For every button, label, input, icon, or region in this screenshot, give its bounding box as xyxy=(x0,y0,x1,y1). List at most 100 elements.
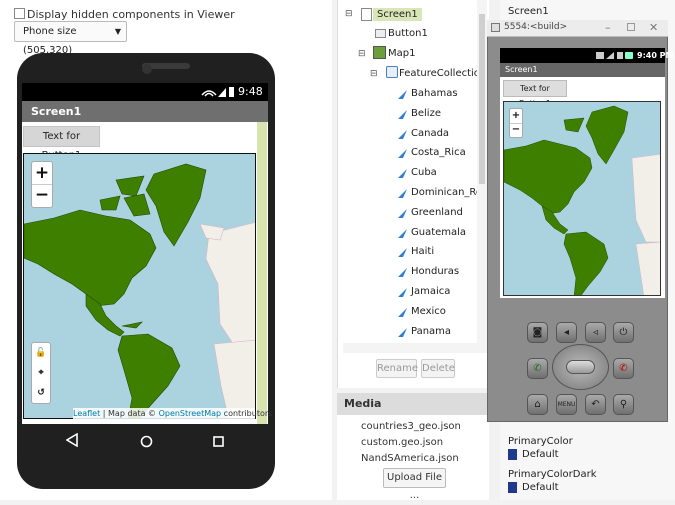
volume-up-button[interactable]: ◃ xyxy=(585,322,606,343)
display-hidden-label: Display hidden components in Viewer xyxy=(27,8,235,21)
emulator-zoom-in-button[interactable]: + xyxy=(510,109,522,124)
primary-color-dark-swatch[interactable] xyxy=(508,482,517,493)
tree-item-feature[interactable]: Haiti xyxy=(411,246,434,257)
button1[interactable]: Text for Button1 xyxy=(23,126,100,161)
tree-item-feature[interactable]: Costa_Rica xyxy=(411,147,466,158)
signal-icons xyxy=(201,87,234,97)
search-icon: ⚲ xyxy=(619,399,628,410)
phone-end-icon: ✆ xyxy=(619,363,628,374)
recent-apps-icon[interactable] xyxy=(213,436,224,447)
phone-size-dropdown[interactable]: Phone size (505,320) ▼ xyxy=(14,21,127,56)
emulator-map[interactable] xyxy=(503,101,661,296)
emulator-zoom-out-button[interactable]: − xyxy=(510,124,522,138)
tree-item-feature[interactable]: Mexico xyxy=(411,306,446,317)
feature-collection-icon xyxy=(386,66,398,78)
tree-item-feature[interactable]: Panama xyxy=(411,326,451,337)
zoom-in-button[interactable]: + xyxy=(32,162,52,185)
volume-down-icon: ◂ xyxy=(563,327,570,338)
media-file[interactable]: countries3_geo.json xyxy=(361,421,461,432)
volume-down-button[interactable]: ◂ xyxy=(556,322,577,343)
polygon-feature-icon xyxy=(397,307,408,318)
end-call-button[interactable]: ✆ xyxy=(613,358,634,379)
map-icon xyxy=(373,46,386,59)
tree-item-feature[interactable]: Jamaica xyxy=(411,286,450,297)
primary-color-dark-label: PrimaryColorDark xyxy=(508,469,597,480)
polygon-feature-icon xyxy=(397,228,408,239)
screen-scroll-indicator xyxy=(257,122,267,424)
camera-icon xyxy=(142,64,152,74)
volume-up-icon: ◃ xyxy=(592,327,599,338)
tree-item-feature[interactable]: Honduras xyxy=(411,266,459,277)
locate-icon[interactable]: ⌖ xyxy=(32,363,50,383)
minimize-icon[interactable]: – xyxy=(605,21,611,34)
screen-icon xyxy=(361,8,372,21)
chevron-down-icon: ▼ xyxy=(114,27,121,36)
polygon-feature-icon xyxy=(397,109,408,120)
home-icon: ⌂ xyxy=(534,399,541,410)
emulator-zoom-control: + − xyxy=(509,108,523,138)
home-icon[interactable] xyxy=(140,435,153,448)
osm-link[interactable]: OpenStreetMap xyxy=(159,409,222,418)
polygon-feature-icon xyxy=(397,287,408,298)
tree-item-feature[interactable]: Belize xyxy=(411,108,441,119)
primary-color-value[interactable]: Default xyxy=(522,449,559,460)
call-button[interactable]: ✆ xyxy=(527,358,548,379)
close-icon[interactable]: ✕ xyxy=(649,21,658,34)
primary-color-swatch[interactable] xyxy=(508,449,517,460)
tree-item-feature[interactable]: Cuba xyxy=(411,167,437,178)
maximize-icon[interactable] xyxy=(627,23,635,31)
collapse-toggle[interactable]: ⊟ xyxy=(370,69,378,79)
reset-icon[interactable]: ↺ xyxy=(32,383,50,403)
rename-button[interactable]: Rename xyxy=(376,359,418,378)
polygon-feature-icon xyxy=(397,148,408,159)
media-file[interactable]: custom.geo.json xyxy=(361,437,443,448)
tree-item-feature[interactable]: Guatemala xyxy=(411,227,466,238)
dpad-center-button[interactable] xyxy=(566,360,595,374)
collapse-toggle[interactable]: ⊟ xyxy=(358,49,366,59)
search-button[interactable]: ⚲ xyxy=(613,394,634,415)
home-button[interactable]: ⌂ xyxy=(527,394,548,415)
power-button[interactable]: ⏻ xyxy=(613,322,634,343)
leaflet-link[interactable]: Leaflet xyxy=(73,409,100,418)
map-tools: 🔓 ⌖ ↺ xyxy=(31,342,51,404)
tree-item-screen1[interactable]: Screen1 xyxy=(373,8,422,21)
polygon-feature-icon xyxy=(397,188,408,199)
primary-color-dark-value[interactable]: Default xyxy=(522,482,559,493)
tree-item-feature[interactable]: Greenland xyxy=(411,207,463,218)
polygon-feature-icon xyxy=(397,89,408,100)
phone-size-value: Phone size (505,320) xyxy=(23,26,77,56)
tree-horizontal-scrollbar[interactable] xyxy=(343,343,487,353)
emulator-status-icons xyxy=(596,52,633,59)
zoom-control: + − xyxy=(31,161,53,208)
back-icon[interactable] xyxy=(66,433,78,447)
tree-item-feature[interactable]: Canada xyxy=(411,128,449,139)
collapse-toggle[interactable]: ⊟ xyxy=(345,9,353,19)
zoom-out-button[interactable]: − xyxy=(32,185,52,207)
polygon-feature-icon xyxy=(397,129,408,140)
screen-title-bar: Screen1 xyxy=(22,101,268,122)
lock-icon[interactable]: 🔓 xyxy=(32,343,50,363)
polygon-feature-icon xyxy=(397,327,408,338)
emulator-button1[interactable]: Text for Button1 xyxy=(503,80,567,108)
back-button[interactable]: ↶ xyxy=(585,394,606,415)
delete-button[interactable]: Delete xyxy=(421,359,455,378)
camera-button[interactable]: ◙ xyxy=(527,322,548,343)
display-hidden-checkbox[interactable] xyxy=(14,8,25,19)
menu-button[interactable]: MENU xyxy=(556,394,577,415)
media-header: Media xyxy=(337,393,489,415)
tree-scroll-thumb[interactable] xyxy=(479,14,485,184)
back-arrow-icon: ↶ xyxy=(591,399,600,410)
tree-item-button1[interactable]: Button1 xyxy=(388,28,428,39)
power-icon: ⏻ xyxy=(619,327,628,338)
polygon-feature-icon xyxy=(397,247,408,258)
polygon-feature-icon xyxy=(397,208,408,219)
phone-clock: 9:48 xyxy=(238,85,263,98)
tree-item-map1[interactable]: Map1 xyxy=(388,48,415,59)
primary-color-label: PrimaryColor xyxy=(508,436,573,447)
media-file[interactable]: NandSAmerica.json xyxy=(361,453,459,464)
emulator-screen-title: Screen1 xyxy=(500,63,665,77)
map1-viewer[interactable] xyxy=(23,153,256,419)
upload-file-button[interactable]: Upload File ... xyxy=(383,468,446,501)
tree-item-feature[interactable]: Bahamas xyxy=(411,88,458,99)
menu-icon: MENU xyxy=(557,401,576,408)
